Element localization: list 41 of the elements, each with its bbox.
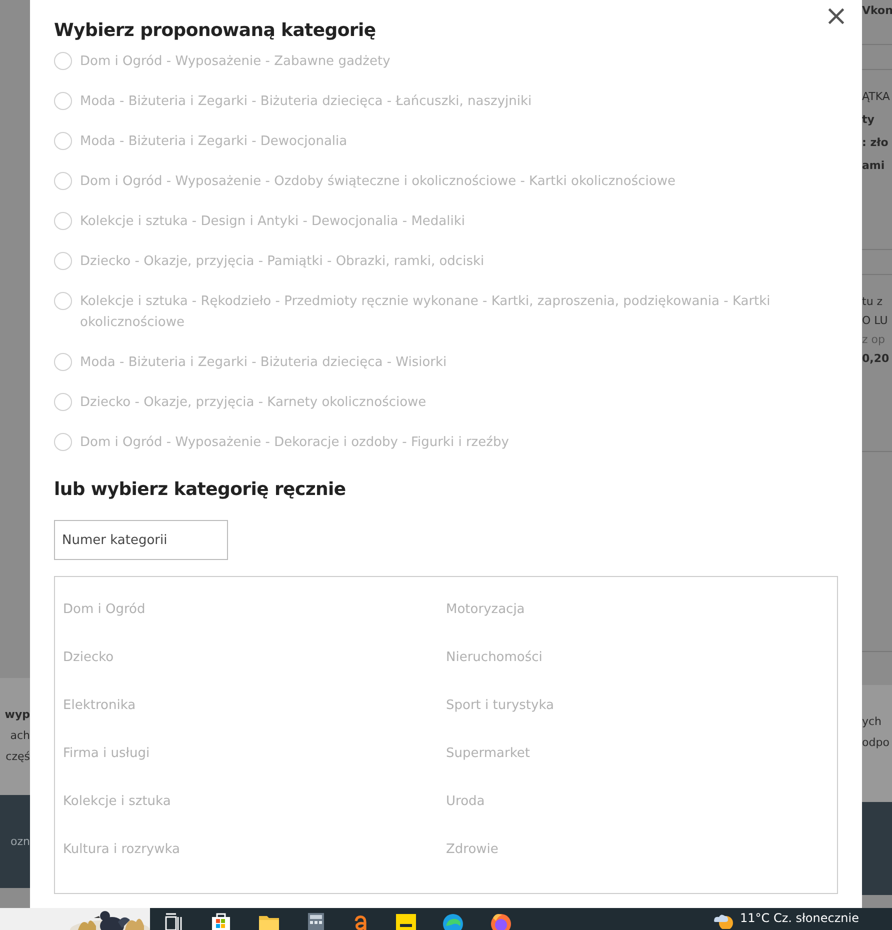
background-text: tu z [862,295,883,308]
close-button[interactable]: × [820,2,852,30]
category-item[interactable]: Elektronika [63,681,136,729]
category-item[interactable]: Uroda [446,777,485,825]
category-option[interactable]: Moda - Biżuteria i Zegarki - Dewocjonalia [80,131,348,152]
category-option[interactable]: Moda - Biżuteria i Zegarki - Biżuteria dziecięca - Wisiorki [80,352,447,373]
category-option[interactable]: Moda - Biżuteria i Zegarki - Biżuteria dziecięca - Łańcuszki, naszyjniki [80,91,532,112]
category-option[interactable]: Kolekcje i sztuka - Rękodzieło - Przedmioty ręcznie wykonane - Kartki, zaproszenia, podziękowania - Kartki okolicznościowe [80,291,838,333]
background-text: ach [10,729,30,742]
background-text: ozn [10,835,30,848]
category-item[interactable]: Motoryzacja [446,585,525,633]
category-item[interactable]: Kultura i rozrywka [63,825,180,873]
category-option[interactable]: Dom i Ogród - Wyposażenie - Dekoracje i ozdoby - Figurki i rzeźby [80,432,509,453]
category-option[interactable]: Dziecko - Okazje, przyjęcia - Karnety okolicznościowe [80,392,426,413]
background-text: Vkon [862,4,892,17]
category-option[interactable]: Kolekcje i sztuka - Design i Antyki - Dewocjonalia - Medaliki [80,211,465,232]
background-text: wyp [4,708,30,721]
category-option[interactable]: Dom i Ogród - Wyposażenie - Zabawne gadżety [80,51,390,72]
background-text: ych [862,715,882,728]
background-text: ami [862,159,885,172]
section-heading: lub wybierz kategorię ręcznie [54,479,347,500]
category-item[interactable]: Supermarket [446,729,530,777]
background-text: ĄTKA [862,90,890,103]
category-item[interactable]: Sport i turystyka [446,681,554,729]
category-item[interactable]: Kolekcje i sztuka [63,777,171,825]
background-text: częś [6,750,30,763]
category-item[interactable]: Nieruchomości [446,633,542,681]
category-item[interactable]: Firma i usługi [63,729,150,777]
background-text: ty [862,113,874,126]
background-text: 0,20 [862,352,890,365]
category-item[interactable]: Zdrowie [446,825,498,873]
background-text: O LU [862,314,888,327]
weather-text[interactable]: 11°C Cz. słonecznie [740,911,859,925]
category-item[interactable]: Dom i Ogród [63,585,146,633]
background-text: odpo [862,736,890,749]
background-text: : zło [862,136,888,149]
category-item[interactable]: Dziecko [63,633,114,681]
category-number-field[interactable]: Numer kategorii [54,520,228,560]
category-option[interactable]: Dziecko - Okazje, przyjęcia - Pamiątki - Obrazki, ramki, odciski [80,251,484,272]
section-heading: Wybierz proponowaną kategorię [54,20,377,41]
category-option[interactable]: Dom i Ogród - Wyposażenie - Ozdoby świąteczne i okolicznościowe - Kartki okolicznościowe [80,171,676,192]
